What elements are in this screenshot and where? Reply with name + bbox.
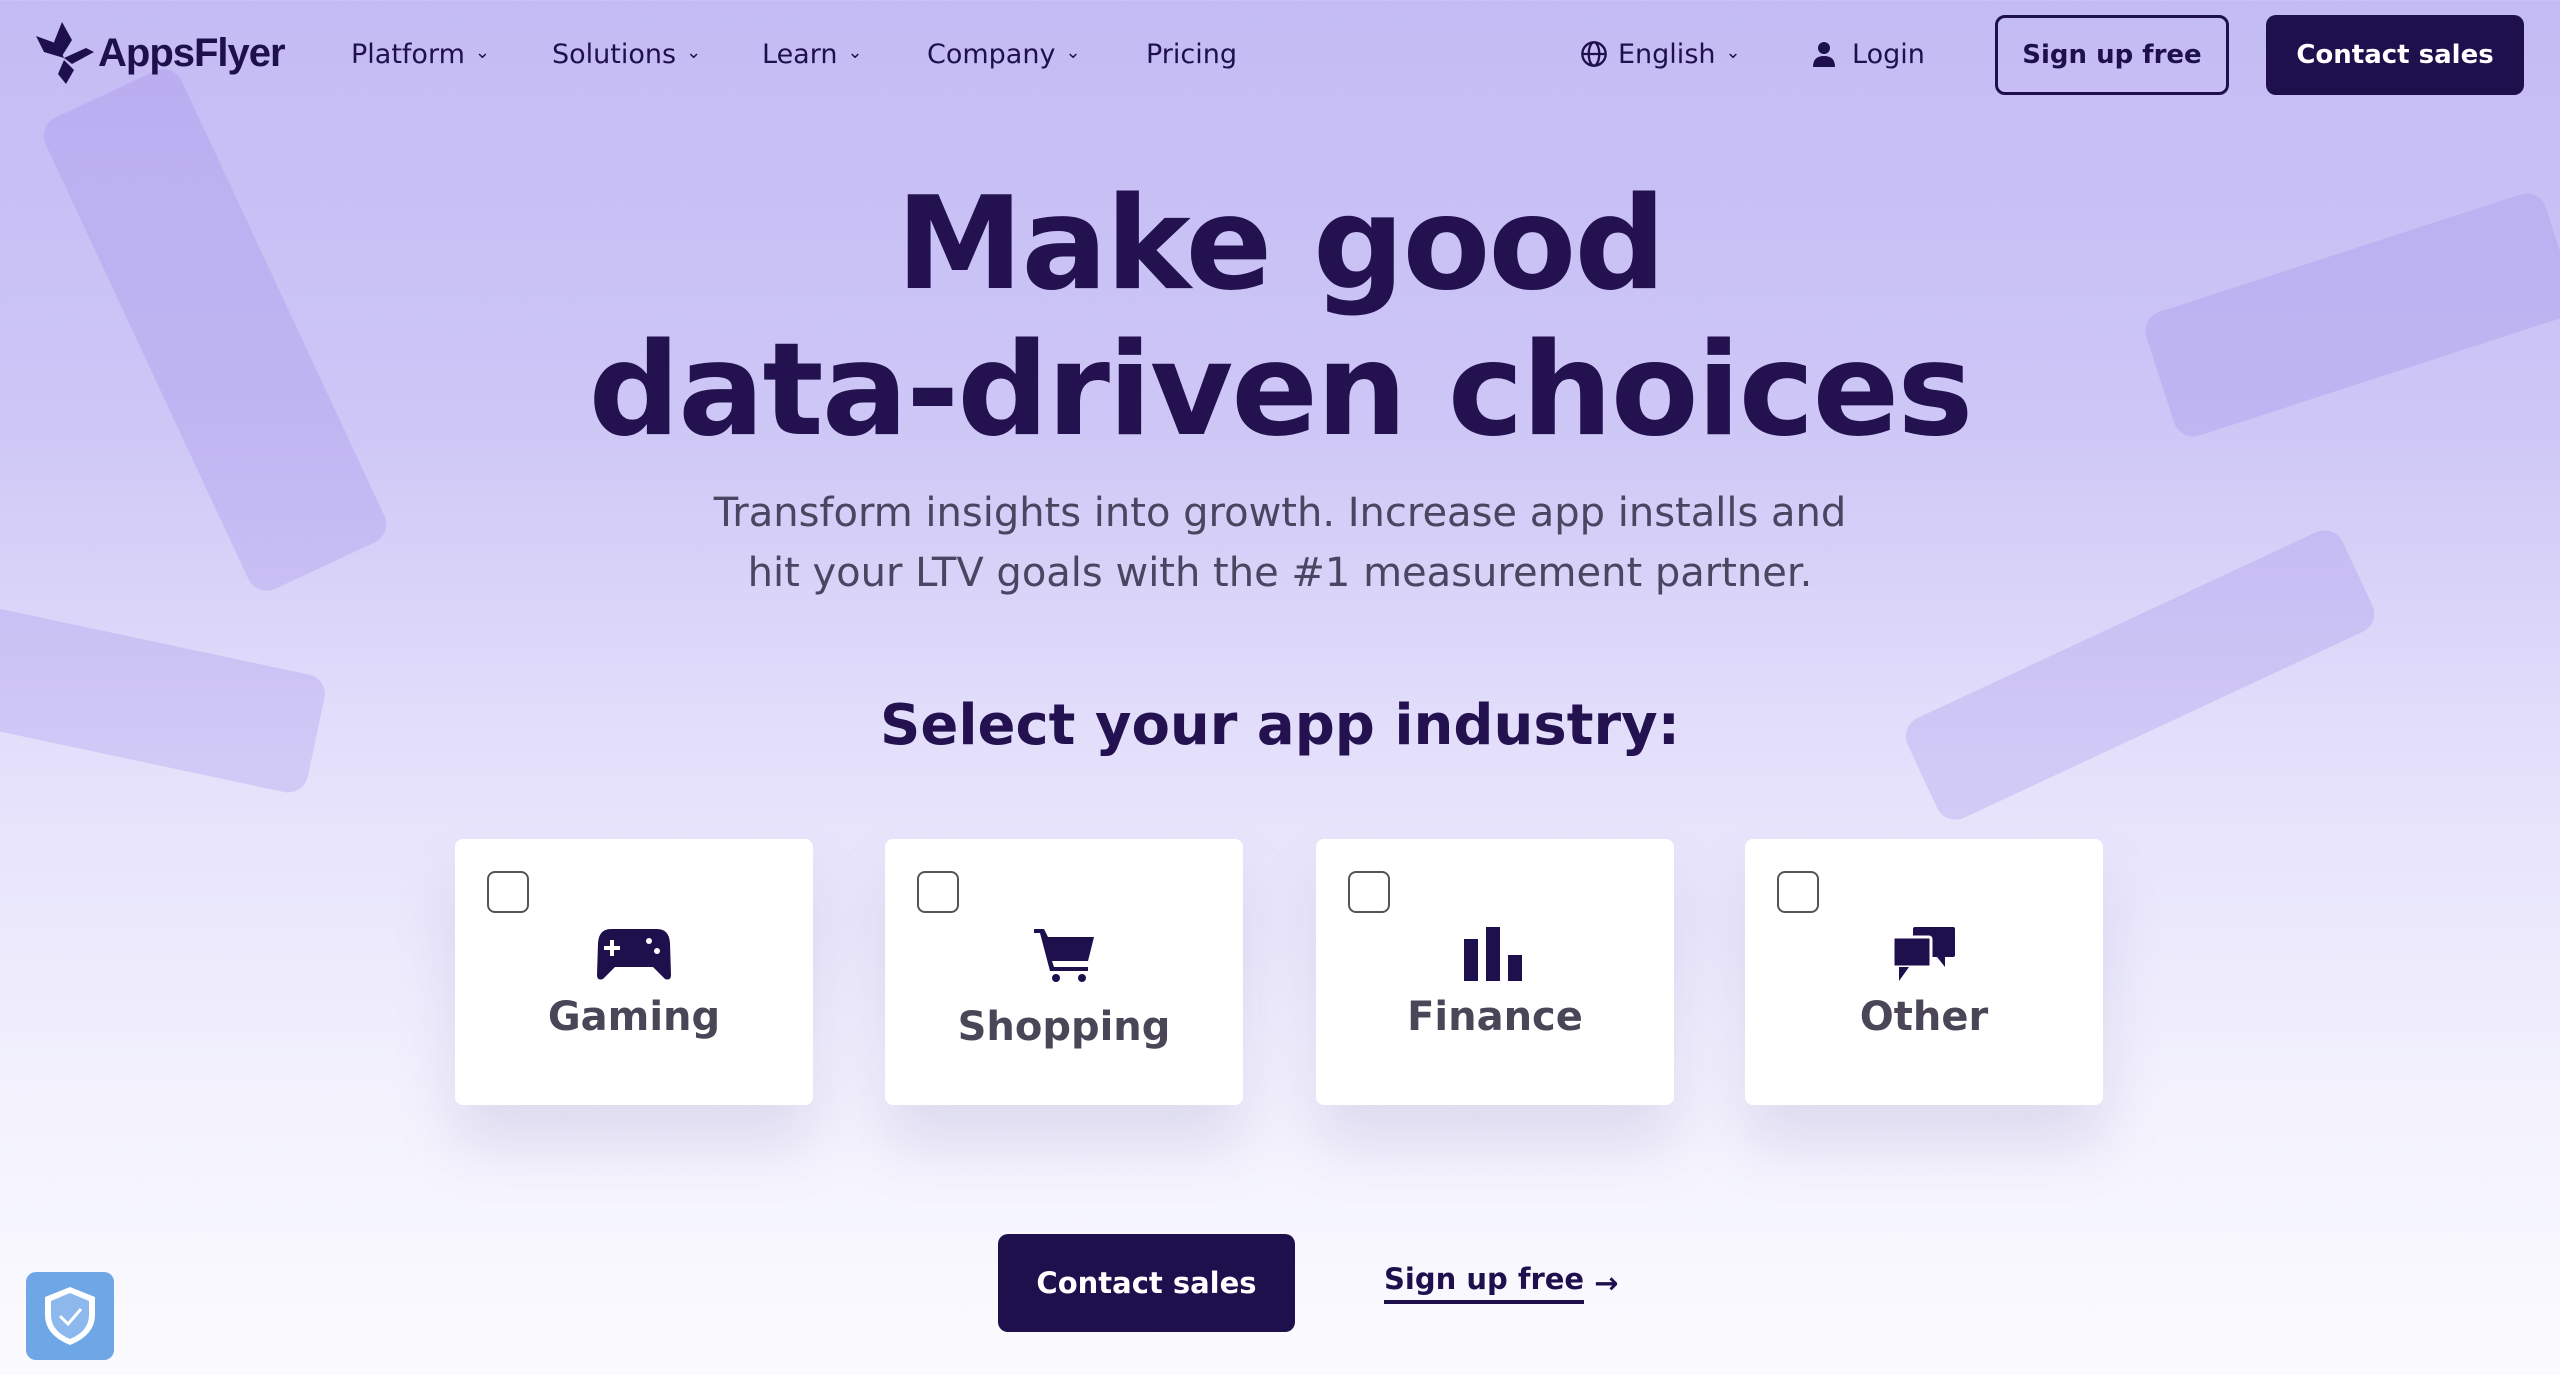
- shield-check-icon: [45, 1287, 95, 1345]
- gamepad-icon: [597, 929, 671, 980]
- login-label: Login: [1852, 38, 1925, 70]
- nav-platform[interactable]: Platform ⌄: [351, 34, 490, 74]
- nav-label: Platform: [351, 38, 465, 70]
- title-line-2: data-driven choices: [588, 316, 1974, 465]
- hero-subtitle: Transform insights into growth. Increase…: [0, 483, 2560, 603]
- chevron-down-icon: ⌄: [474, 41, 490, 63]
- title-line-1: Make good: [896, 170, 1666, 319]
- industry-card-other[interactable]: Other: [1745, 839, 2103, 1105]
- sign-up-label: Sign up free: [1384, 1262, 1585, 1304]
- nav-pricing[interactable]: Pricing: [1146, 34, 1237, 74]
- checkbox[interactable]: [917, 871, 959, 913]
- cta-contact-sales-button[interactable]: Contact sales: [998, 1234, 1295, 1332]
- nav-label: Learn: [762, 38, 838, 70]
- arrow-right-icon: →: [1594, 1266, 1619, 1300]
- nav-solutions[interactable]: Solutions ⌄: [552, 34, 701, 74]
- chat-bubbles-icon: [1893, 927, 1955, 981]
- language-label: English: [1618, 38, 1716, 70]
- appsflyer-logo[interactable]: AppsFlyer: [36, 22, 286, 84]
- chevron-down-icon: ⌄: [686, 41, 702, 63]
- language-selector[interactable]: English ⌄: [1580, 34, 1741, 74]
- nav-company[interactable]: Company ⌄: [927, 34, 1081, 74]
- checkbox[interactable]: [1348, 871, 1390, 913]
- checkbox[interactable]: [1777, 871, 1819, 913]
- appsflyer-logo-icon: [36, 22, 94, 84]
- nav-label: Solutions: [552, 38, 677, 70]
- login-link[interactable]: Login: [1812, 34, 1925, 74]
- logo-text: AppsFlyer: [98, 30, 286, 75]
- industry-card-shopping[interactable]: Shopping: [885, 839, 1243, 1105]
- subtitle-line-1: Transform insights into growth. Increase…: [713, 490, 1847, 536]
- nav-label: Pricing: [1146, 38, 1238, 70]
- chevron-down-icon: ⌄: [847, 41, 863, 63]
- hero-title: Make good data-driven choices: [0, 172, 2560, 464]
- checkbox[interactable]: [487, 871, 529, 913]
- industry-label: Other: [1859, 994, 1989, 1040]
- bar-chart-icon: [1464, 927, 1522, 981]
- industry-card-gaming[interactable]: Gaming: [455, 839, 813, 1105]
- sign-up-button[interactable]: Sign up free: [1995, 15, 2229, 95]
- privacy-shield-button[interactable]: [26, 1272, 114, 1360]
- chevron-down-icon: ⌄: [1065, 41, 1081, 63]
- user-icon: [1813, 42, 1835, 67]
- cta-sign-up-link[interactable]: Sign up free →: [1384, 1262, 1618, 1304]
- shopping-cart-icon: [1034, 929, 1094, 982]
- globe-icon: [1581, 41, 1607, 67]
- subtitle-line-2: hit your LTV goals with the #1 measureme…: [747, 550, 1813, 596]
- nav-label: Company: [927, 38, 1056, 70]
- industry-label: Gaming: [547, 994, 721, 1040]
- nav-learn[interactable]: Learn ⌄: [762, 34, 863, 74]
- industry-card-finance[interactable]: Finance: [1316, 839, 1674, 1105]
- industry-label: Finance: [1407, 994, 1583, 1040]
- chevron-down-icon: ⌄: [1725, 41, 1741, 63]
- industry-heading: Select your app industry:: [880, 693, 1680, 758]
- contact-sales-button[interactable]: Contact sales: [2266, 15, 2524, 95]
- industry-label: Shopping: [957, 1004, 1171, 1050]
